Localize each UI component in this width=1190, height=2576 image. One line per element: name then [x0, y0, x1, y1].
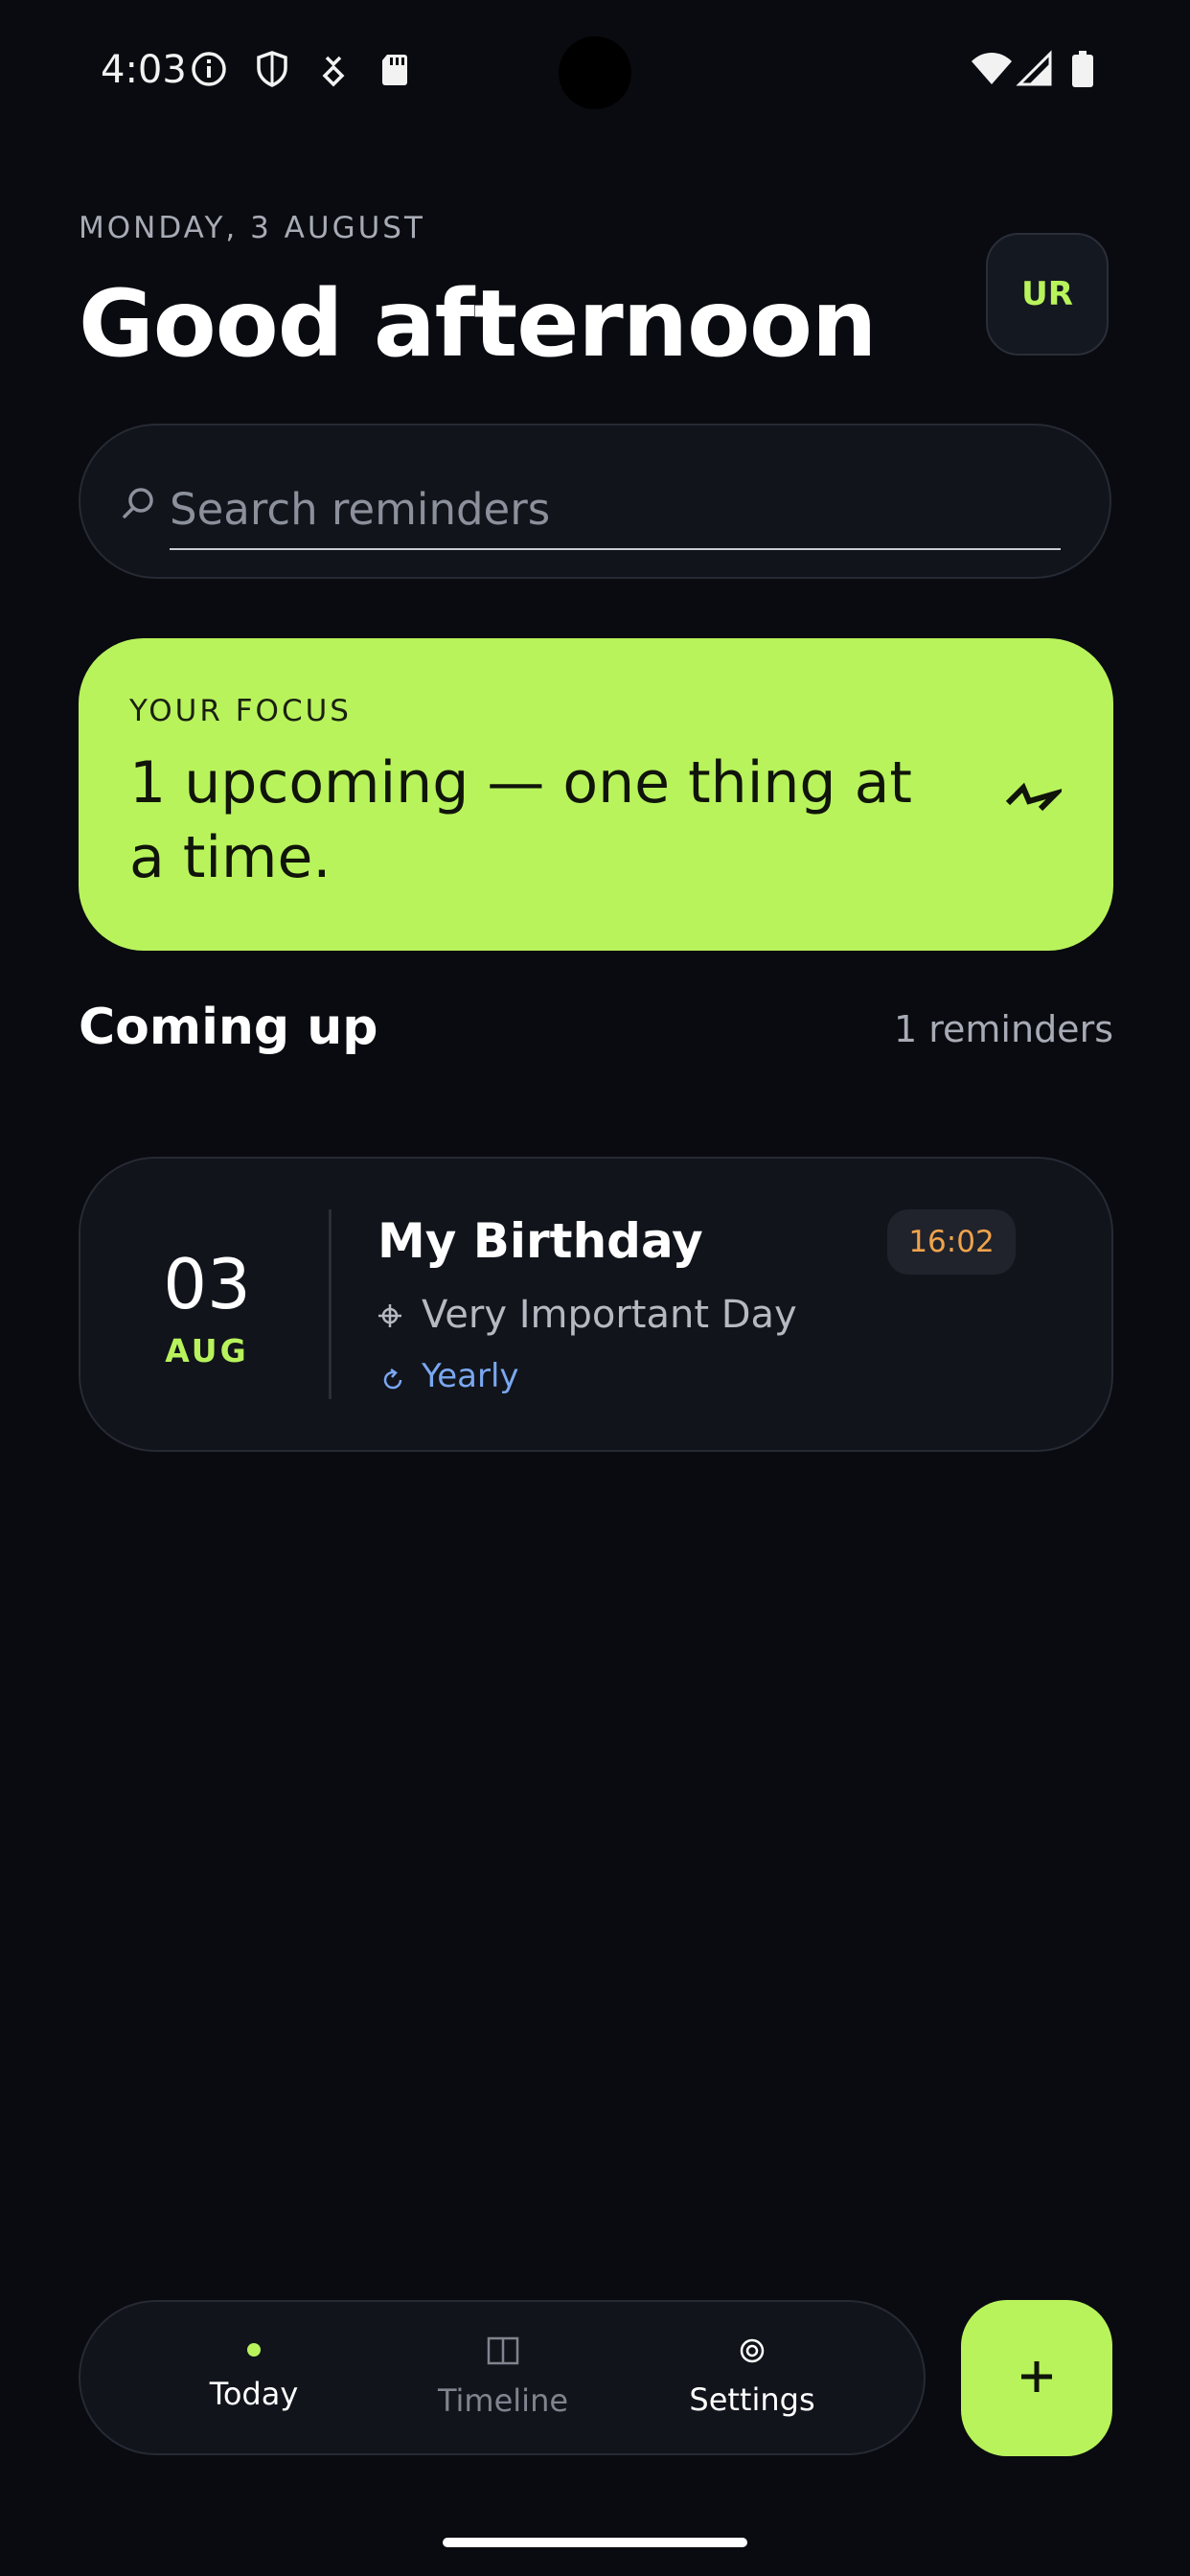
- tab-settings[interactable]: Settings: [675, 2300, 829, 2455]
- avatar-button[interactable]: UR: [986, 233, 1109, 356]
- download-icon: [314, 50, 353, 88]
- reminder-title: My Birthday: [378, 1213, 703, 1269]
- bolt-icon: [1004, 774, 1066, 822]
- current-date: MONDAY, 3 AUGUST: [79, 211, 425, 245]
- reminder-count: 1 reminders: [893, 1008, 1113, 1050]
- reminder-time-badge: 16:02: [887, 1209, 1016, 1275]
- repeat-icon: [381, 1368, 404, 1392]
- focus-label: YOUR FOCUS: [129, 694, 352, 728]
- wifi-icon: [970, 50, 1014, 88]
- reminder-note: Very Important Day: [422, 1293, 797, 1337]
- tab-today[interactable]: Today: [182, 2300, 326, 2455]
- section-title: Coming up: [79, 999, 378, 1056]
- page-title: Good afternoon: [79, 270, 877, 378]
- card-divider: [329, 1209, 332, 1399]
- settings-icon: [739, 2337, 766, 2368]
- reminder-day: 03: [163, 1244, 251, 1324]
- plus-icon: [1018, 2358, 1056, 2400]
- front-camera: [559, 36, 631, 109]
- search-input[interactable]: [170, 470, 1061, 550]
- reminder-month: AUG: [165, 1332, 249, 1369]
- tab-today-label: Today: [209, 2376, 299, 2412]
- add-reminder-button[interactable]: [961, 2300, 1112, 2456]
- sd-card-icon: [376, 50, 414, 88]
- avatar-initials: UR: [1021, 275, 1073, 313]
- reminder-time: 16:02: [908, 1225, 995, 1259]
- note-icon: [378, 1303, 402, 1328]
- tab-timeline[interactable]: Timeline: [422, 2300, 584, 2455]
- tab-settings-label: Settings: [689, 2381, 815, 2418]
- reminder-repeat: Yearly: [422, 1357, 519, 1395]
- shield-icon: [253, 50, 291, 88]
- cellular-icon: [1016, 50, 1054, 88]
- search-icon: [119, 484, 157, 522]
- active-dot-icon: [247, 2343, 261, 2357]
- home-indicator[interactable]: [443, 2538, 747, 2547]
- tab-timeline-label: Timeline: [437, 2382, 569, 2419]
- focus-text: 1 upcoming — one thing at a time.: [129, 749, 912, 891]
- status-time: 4:03: [101, 48, 187, 92]
- timeline-icon: [487, 2336, 519, 2369]
- battery-icon: [1065, 50, 1100, 88]
- info-icon: [190, 50, 228, 88]
